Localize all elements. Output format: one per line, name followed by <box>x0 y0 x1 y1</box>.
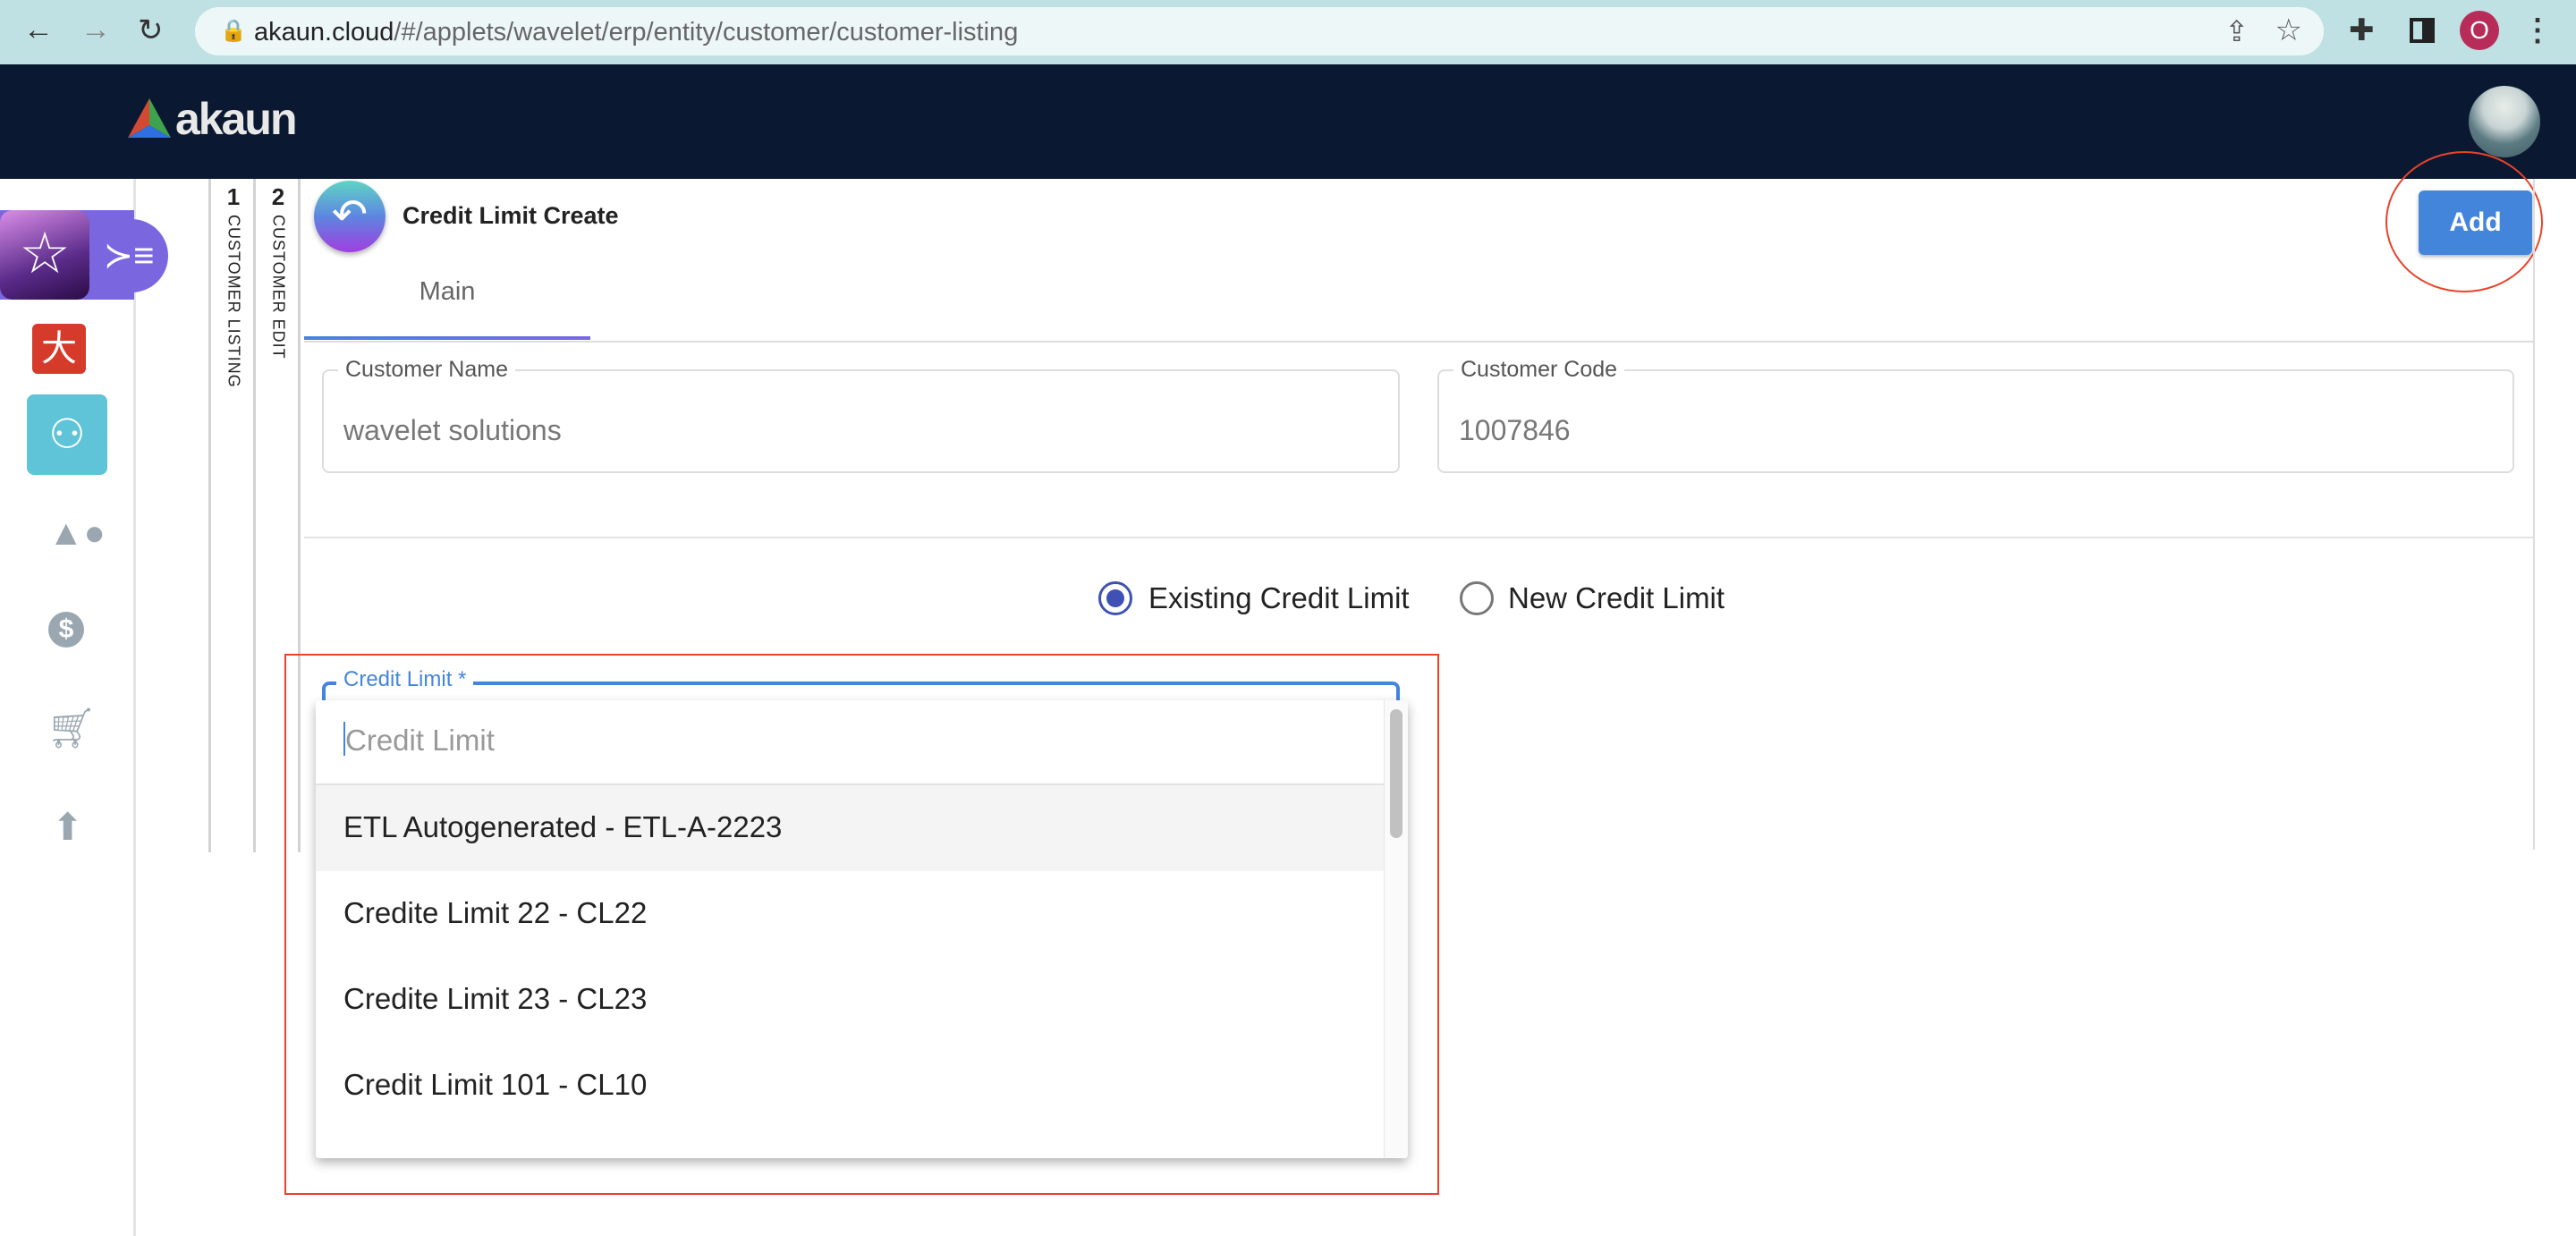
new-credit-limit-radio[interactable] <box>1460 581 1494 615</box>
logo-text[interactable]: akaun <box>175 93 298 145</box>
field-value: 1007846 <box>1459 414 1571 446</box>
annotation-ellipse <box>2385 151 2543 292</box>
tab-label: CUSTOMER LISTING <box>225 215 243 388</box>
url-host: akaun.cloud <box>254 18 394 47</box>
lock-icon: 🔒 <box>220 19 247 43</box>
divider <box>304 537 2533 538</box>
page-title: Credit Limit Create <box>402 202 619 229</box>
dropdown-option[interactable]: ETL Autogenerated - ETL-A-2223 <box>316 785 1384 871</box>
field-label: Credit Limit * <box>336 667 474 692</box>
back-button[interactable]: ↶ <box>314 181 386 252</box>
tab-customer-edit[interactable]: 2 CUSTOMER EDIT <box>259 183 297 360</box>
menu-expand-icon[interactable]: ≻≡ <box>89 219 168 292</box>
field-label: Customer Code <box>1453 357 1625 383</box>
user-avatar[interactable] <box>2469 86 2540 157</box>
radio-label: Existing Credit Limit <box>1148 581 1410 614</box>
existing-credit-limit-radio[interactable] <box>1098 581 1132 615</box>
browser-toolbar: ← → ↻ 🔒 akaun.cloud/#/applets/wavelet/er… <box>0 0 2576 64</box>
divider <box>253 179 256 852</box>
akaun-logo-icon <box>128 98 171 138</box>
customer-name-field[interactable]: Customer Name wavelet solutions <box>322 357 1400 473</box>
app-header <box>0 64 2576 179</box>
shapes-icon[interactable]: ▲● <box>48 513 106 554</box>
dropdown-option[interactable]: Credite Limit 23 - CL23 <box>316 957 1384 1043</box>
tab-label: CUSTOMER EDIT <box>269 215 288 360</box>
scrollbar[interactable] <box>1384 700 1408 1158</box>
reload-icon[interactable]: ↻ <box>138 13 164 48</box>
tab-active-indicator <box>304 336 590 340</box>
share-icon[interactable]: ⇪ <box>2224 14 2249 48</box>
forward-icon[interactable]: → <box>80 13 111 47</box>
customer-code-field[interactable]: Customer Code 1007846 <box>1437 357 2514 473</box>
divider <box>208 179 211 852</box>
dollar-icon[interactable]: $ <box>48 612 84 648</box>
red-app-icon[interactable]: 大 <box>32 324 86 374</box>
tab-number: 1 <box>226 183 241 210</box>
person-icon[interactable]: ⚇ <box>27 394 107 475</box>
field-value: wavelet solutions <box>343 414 562 446</box>
cart-icon[interactable]: 🛒︎ <box>47 705 97 751</box>
profile-avatar[interactable]: O <box>2460 11 2499 50</box>
back-icon[interactable]: ← <box>23 13 54 47</box>
dropdown-option[interactable]: Credite Limit 22 - CL22 <box>316 871 1384 957</box>
search-placeholder: Credit Limit <box>345 724 495 757</box>
dropdown-search[interactable]: Credit Limit <box>316 700 1384 785</box>
divider <box>2533 179 2535 850</box>
dropdown-option[interactable]: Credit Limit 101 - CL10 <box>316 1043 1384 1129</box>
tab-customer-listing[interactable]: 1 CUSTOMER LISTING <box>215 183 252 388</box>
scrollbar-thumb[interactable] <box>1390 709 1402 838</box>
field-label: Customer Name <box>338 357 515 383</box>
side-panel-icon[interactable] <box>2410 18 2435 43</box>
extensions-icon[interactable]: ✚ <box>2349 13 2375 48</box>
tab-divider <box>304 341 2533 343</box>
credit-limit-dropdown: Credit Limit ETL Autogenerated - ETL-A-2… <box>316 700 1408 1158</box>
address-bar[interactable]: 🔒 akaun.cloud/#/applets/wavelet/erp/enti… <box>195 7 2324 55</box>
applet-star-icon[interactable]: ☆ <box>0 210 89 300</box>
upload-icon[interactable]: ⬆ <box>52 805 83 849</box>
tab-number: 2 <box>271 183 285 210</box>
url-path: /#/applets/wavelet/erp/entity/customer/c… <box>394 18 1019 47</box>
radio-label: New Credit Limit <box>1508 581 1725 614</box>
more-menu-icon[interactable]: ⋮ <box>2522 13 2553 48</box>
tab-main[interactable]: Main <box>304 277 590 307</box>
bookmark-star-icon[interactable]: ☆ <box>2275 13 2302 48</box>
